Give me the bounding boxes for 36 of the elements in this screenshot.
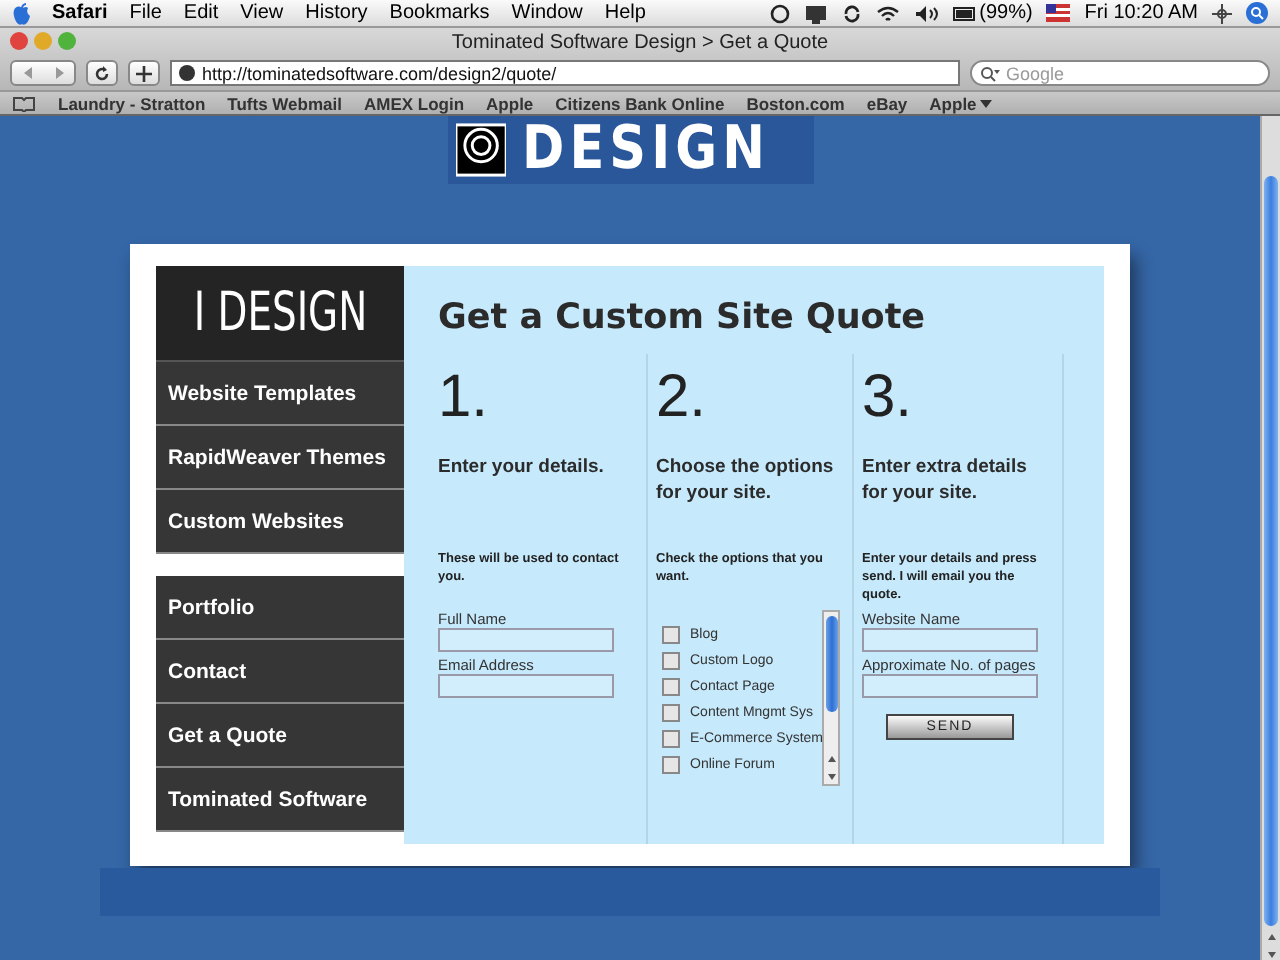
site-logo: I DESIGN (156, 266, 404, 362)
address-field[interactable]: http://tominatedsoftware.com/design2/quote/ (170, 60, 960, 86)
battery-percentage: (99%) (979, 2, 1033, 24)
menu-item[interactable]: Help (604, 2, 646, 24)
sidebar-item[interactable]: Tominated Software (156, 768, 404, 832)
sidebar-item[interactable]: Portfolio (156, 576, 404, 640)
menu-item[interactable]: View (240, 2, 284, 24)
step-number: 3. (862, 362, 915, 434)
step-number: 1. (438, 362, 491, 434)
bookmark-link[interactable]: Citizens Bank Online (555, 93, 725, 113)
banner-text: DESIGN (521, 122, 770, 178)
menu-item[interactable]: History (305, 2, 368, 24)
window-title: Tominated Software Design > Get a Quote (451, 31, 829, 53)
bookmark-link[interactable]: Tufts Webmail (227, 93, 342, 113)
sidebar-item[interactable]: Get a Quote (156, 704, 404, 768)
bookmark-link[interactable]: AMEX Login (363, 93, 465, 113)
bookmark-link[interactable]: Apple (486, 93, 534, 113)
bookmark-link[interactable]: eBay (866, 93, 908, 113)
menu-item[interactable]: Window (511, 2, 583, 24)
sidebar-item[interactable]: Website Templates (156, 362, 404, 426)
bookmark-folder[interactable]: Apple (929, 93, 993, 113)
page-heading: Get a Custom Site Quote (438, 298, 928, 338)
menu-item[interactable]: File (129, 2, 162, 24)
app-menu[interactable]: Safari (52, 2, 108, 24)
step-heading: Enter extra details for your site. (862, 454, 1029, 508)
step-number: 2. (656, 362, 709, 434)
menu-clock: Fri 10:20 AM (1084, 2, 1198, 24)
step-heading: Choose the options for your site. (656, 454, 836, 508)
menu-item[interactable]: Bookmarks (389, 2, 490, 24)
sidebar-item[interactable]: Contact (156, 640, 404, 704)
bookmark-link[interactable]: Laundry - Stratton (58, 93, 206, 113)
bookmark-link[interactable]: Boston.com (746, 93, 845, 113)
step-heading: Enter your details. (438, 454, 606, 482)
menu-item[interactable]: Edit (183, 2, 219, 24)
sidebar-item[interactable]: Custom Websites (156, 490, 404, 554)
sidebar-item[interactable]: RapidWeaver Themes (156, 426, 404, 490)
